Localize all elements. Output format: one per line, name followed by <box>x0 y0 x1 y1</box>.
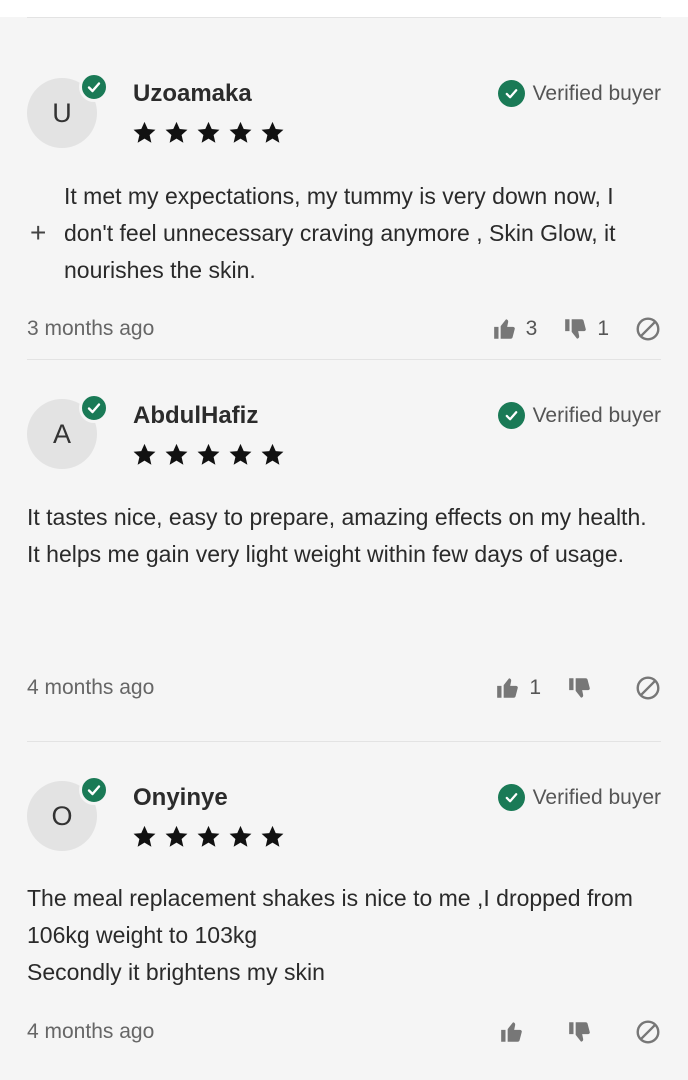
star-icon <box>133 443 156 465</box>
review-actions <box>499 1015 661 1049</box>
like-button[interactable]: 3 <box>492 316 538 342</box>
review-actions: 1 <box>495 671 661 705</box>
like-count: 1 <box>529 676 541 699</box>
verified-check-icon <box>497 402 525 429</box>
star-icon <box>197 443 220 465</box>
star-icon <box>165 121 188 143</box>
star-icon <box>261 825 284 847</box>
review-card: U Uzoamaka Verified buyer + It met my ex… <box>27 17 661 359</box>
star-icon <box>197 825 220 847</box>
report-button[interactable] <box>635 675 661 701</box>
review-text: It met my expectations, my tummy is very… <box>64 178 661 289</box>
verified-label: Verified buyer <box>532 81 661 105</box>
star-icon <box>229 443 252 465</box>
avatar: U <box>27 72 109 148</box>
review-text: It tastes nice, easy to prepare, amazing… <box>27 499 661 573</box>
thumbs-down-icon <box>569 678 590 698</box>
review-footer: 4 months ago <box>27 1015 661 1049</box>
verified-badge: Verified buyer <box>497 784 661 811</box>
review-text: The meal replacement shakes is nice to m… <box>27 880 661 991</box>
star-icon <box>229 825 252 847</box>
like-count: 3 <box>525 317 538 340</box>
block-icon <box>636 676 660 700</box>
report-button[interactable] <box>635 316 661 342</box>
block-icon <box>636 1020 660 1044</box>
verified-badge: Verified buyer <box>497 402 661 429</box>
star-icon <box>261 443 284 465</box>
thumbs-up-icon <box>501 1022 522 1042</box>
star-icon <box>133 121 156 143</box>
rating-stars <box>132 824 285 849</box>
avatar-initial: O <box>51 800 73 831</box>
review-footer: 3 months ago 3 1 <box>27 312 661 346</box>
reviewer-name: Onyinye <box>133 784 228 811</box>
avatar: O <box>27 775 109 851</box>
review-text-line: It helps me gain very light weight withi… <box>27 541 625 567</box>
review-footer: 4 months ago 1 <box>27 671 661 705</box>
thumbs-down-icon <box>565 319 587 339</box>
star-icon <box>165 443 188 465</box>
reviewer-name: AbdulHafiz <box>133 402 259 429</box>
review-date: 4 months ago <box>27 676 155 699</box>
review-date: 4 months ago <box>27 1020 155 1043</box>
verified-check-icon <box>497 80 525 107</box>
dislike-count: 1 <box>597 317 609 340</box>
avatar-initial: A <box>52 418 71 449</box>
like-button[interactable]: 1 <box>495 675 541 701</box>
avatar-initial: U <box>52 97 72 128</box>
star-icon <box>261 121 284 143</box>
verified-check-icon <box>497 784 525 811</box>
review-date: 3 months ago <box>27 317 155 340</box>
top-bar <box>0 0 688 17</box>
review-text-line: Secondly it brightens my skin <box>27 959 325 985</box>
review-card: A AbdulHafiz Verified buyer It tastes ni… <box>27 359 661 741</box>
review-text-line: The meal replacement shakes is nice to m… <box>27 885 633 948</box>
thumbs-up-icon <box>493 319 515 339</box>
dislike-button[interactable]: 1 <box>563 316 609 342</box>
review-card: O Onyinye Verified buyer The meal replac… <box>27 741 661 1062</box>
review-text-line: It tastes nice, easy to prepare, amazing… <box>27 504 647 530</box>
verified-label: Verified buyer <box>532 403 661 427</box>
star-icon <box>229 121 252 143</box>
avatar-check-icon <box>79 393 109 423</box>
avatar: A <box>27 393 109 469</box>
like-button[interactable] <box>499 1019 541 1045</box>
star-icon <box>197 121 220 143</box>
thumbs-up-icon <box>497 678 519 698</box>
dislike-button[interactable] <box>567 675 609 701</box>
review-actions: 3 1 <box>492 312 661 346</box>
report-button[interactable] <box>635 1019 661 1045</box>
verified-label: Verified buyer <box>532 785 661 809</box>
block-icon <box>636 317 660 341</box>
dislike-button[interactable] <box>567 1019 609 1045</box>
star-icon <box>133 825 156 847</box>
thumbs-down-icon <box>569 1022 590 1042</box>
avatar-check-icon <box>79 775 109 805</box>
rating-stars <box>132 120 285 145</box>
rating-stars <box>132 442 285 467</box>
expand-plus-icon[interactable]: + <box>30 219 46 247</box>
review-text-line: It met my expectations, my tummy is very… <box>64 183 616 283</box>
avatar-check-icon <box>79 72 109 102</box>
reviewer-name: Uzoamaka <box>133 80 252 107</box>
verified-badge: Verified buyer <box>497 80 661 107</box>
review-list: U Uzoamaka Verified buyer + It met my ex… <box>0 17 688 1062</box>
star-icon <box>165 825 188 847</box>
